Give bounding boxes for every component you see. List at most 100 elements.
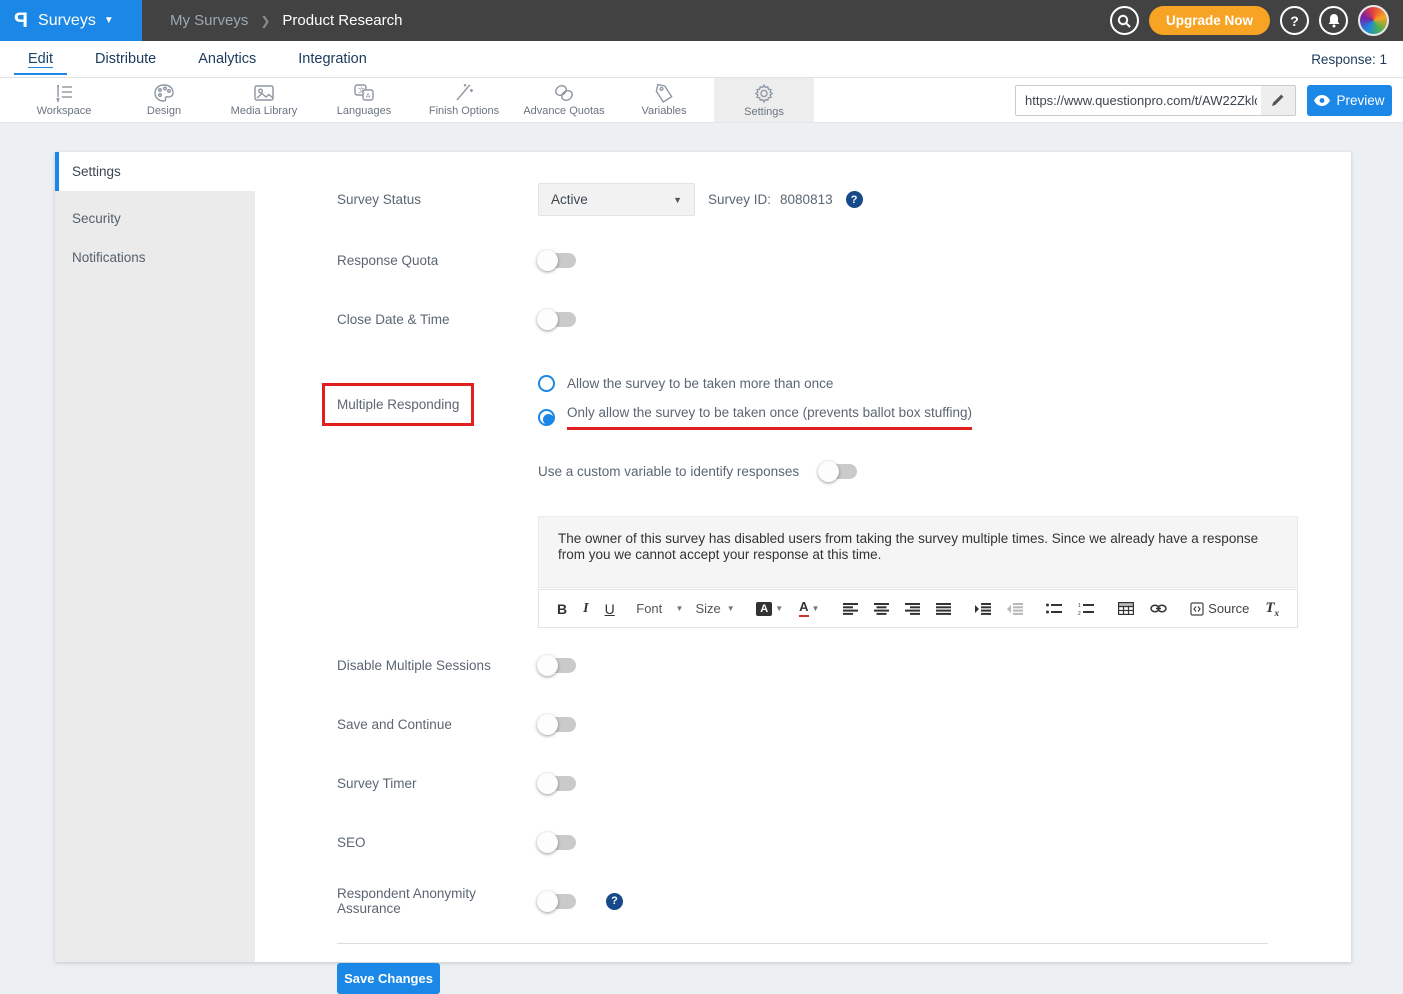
sidebar-rest: Security Notifications (55, 191, 255, 962)
toolbar-item-settings[interactable]: Settings (714, 78, 814, 122)
custom-variable-label: Use a custom variable to identify respon… (538, 464, 799, 479)
pencil-icon (1271, 93, 1285, 107)
survey-url-input[interactable] (1016, 93, 1261, 108)
breadcrumb-my-surveys[interactable]: My Surveys (170, 12, 248, 29)
user-avatar[interactable] (1358, 5, 1389, 36)
numbered-list-icon: 12 (1078, 603, 1094, 615)
disable-sessions-label: Disable Multiple Sessions (337, 658, 538, 673)
topbar-actions: Upgrade Now ? (1110, 0, 1403, 41)
align-right-button[interactable] (899, 600, 926, 618)
survey-status-row: Survey Status Active ▼ Survey ID: 808081… (337, 183, 1351, 216)
anonymity-row: Respondent Anonymity Assurance ? (337, 886, 1351, 916)
underline-button[interactable]: U (599, 598, 621, 620)
radio-option-once[interactable]: Only allow the survey to be taken once (… (538, 405, 972, 430)
toolbar-item-finish-options[interactable]: Finish Options (414, 78, 514, 122)
survey-timer-toggle[interactable] (538, 776, 576, 791)
multiple-responding-row: Multiple Responding Allow the survey to … (337, 369, 1351, 430)
survey-status-select[interactable]: Active ▼ (538, 183, 695, 216)
numbered-list-button[interactable]: 12 (1072, 600, 1100, 618)
magic-wand-icon (453, 83, 475, 103)
preview-label: Preview (1336, 93, 1384, 108)
toolbar-item-variables[interactable]: Variables (614, 78, 714, 122)
align-left-icon (843, 603, 858, 615)
survey-status-label: Survey Status (337, 192, 538, 207)
response-quota-toggle[interactable] (538, 253, 576, 268)
bullet-list-button[interactable] (1040, 600, 1068, 618)
close-date-toggle[interactable] (538, 312, 576, 327)
help-button[interactable]: ? (1280, 6, 1309, 35)
save-changes-button[interactable]: Save Changes (337, 963, 440, 994)
sidebar-item-notifications[interactable]: Notifications (55, 238, 255, 277)
italic-button[interactable]: I (577, 598, 594, 620)
tab-integration[interactable]: Integration (284, 43, 381, 75)
edit-url-button[interactable] (1261, 86, 1295, 115)
bullet-list-icon (1046, 603, 1062, 615)
remove-format-button[interactable]: Tx (1259, 597, 1285, 621)
text-color-button[interactable]: A▼ (793, 597, 825, 619)
toggle-knob (537, 250, 558, 271)
source-label: Source (1208, 601, 1249, 616)
toolbar-item-label: Design (147, 105, 181, 117)
search-button[interactable] (1110, 6, 1139, 35)
sidebar-item-settings[interactable]: Settings (55, 152, 255, 191)
toolbar-item-label: Media Library (231, 105, 298, 117)
tab-edit[interactable]: Edit (14, 43, 67, 75)
radio-selected-icon[interactable] (538, 409, 555, 426)
multiple-responding-label-cell: Multiple Responding (337, 369, 538, 426)
insert-link-button[interactable] (1144, 601, 1173, 616)
toolbar-item-workspace[interactable]: Workspace (14, 78, 114, 122)
preview-button[interactable]: Preview (1307, 85, 1392, 116)
insert-table-button[interactable] (1112, 599, 1140, 618)
notifications-button[interactable] (1319, 6, 1348, 35)
toolbar-item-advance-quotas[interactable]: Advance Quotas (514, 78, 614, 122)
nav-tab-bar: Edit Distribute Analytics Integration Re… (0, 41, 1403, 78)
response-count: Response: 1 (1311, 52, 1387, 67)
font-family-select[interactable]: Font▼ (632, 598, 687, 619)
align-center-button[interactable] (868, 600, 895, 618)
app-logo-menu[interactable]: P Surveys ▼ (0, 0, 142, 41)
background-color-button[interactable]: A▼ (750, 599, 789, 619)
toolbar-item-media-library[interactable]: Media Library (214, 78, 314, 122)
search-icon (1117, 14, 1131, 28)
disable-sessions-toggle[interactable] (538, 658, 576, 673)
breadcrumb: My Surveys ❯ Product Research (142, 0, 402, 41)
response-quota-label: Response Quota (337, 253, 538, 268)
indent-button[interactable] (969, 600, 997, 618)
toolbar-item-languages[interactable]: 文A Languages (314, 78, 414, 122)
anonymity-toggle[interactable] (538, 894, 576, 909)
seo-toggle[interactable] (538, 835, 576, 850)
upgrade-now-button[interactable]: Upgrade Now (1149, 6, 1270, 35)
align-left-button[interactable] (837, 600, 864, 618)
caret-down-icon: ▼ (676, 604, 684, 613)
indent-icon (975, 603, 991, 615)
caret-down-icon: ▼ (673, 195, 682, 205)
sidebar-item-security[interactable]: Security (55, 199, 255, 238)
anonymity-label: Respondent Anonymity Assurance (337, 886, 538, 916)
align-justify-button[interactable] (930, 600, 957, 618)
survey-id-value: 8080813 (780, 192, 833, 207)
question-mark-icon: ? (1290, 13, 1299, 29)
font-size-select[interactable]: Size▼ (691, 598, 738, 619)
outdent-button[interactable] (1001, 600, 1029, 618)
custom-variable-toggle[interactable] (819, 464, 857, 479)
save-continue-toggle[interactable] (538, 717, 576, 732)
toolbar-item-design[interactable]: Design (114, 78, 214, 122)
seo-row: SEO (337, 835, 1351, 850)
anonymity-help-icon[interactable]: ? (606, 893, 623, 910)
tab-analytics[interactable]: Analytics (184, 43, 270, 75)
editor-message-area[interactable]: The owner of this survey has disabled us… (538, 516, 1298, 588)
survey-id-help-icon[interactable]: ? (846, 191, 863, 208)
disable-sessions-row: Disable Multiple Sessions (337, 658, 1351, 673)
link-icon (1150, 604, 1167, 613)
toggle-knob (818, 461, 839, 482)
radio-option-multiple[interactable]: Allow the survey to be taken more than o… (538, 375, 972, 392)
toolbar-item-label: Workspace (37, 105, 92, 117)
toolbar-item-label: Advance Quotas (523, 105, 604, 117)
response-quota-row: Response Quota (337, 253, 1351, 268)
bold-button[interactable]: B (551, 598, 573, 620)
source-button[interactable]: Source (1184, 598, 1255, 619)
chain-links-icon (552, 83, 576, 103)
tab-distribute[interactable]: Distribute (81, 43, 170, 75)
radio-unselected-icon[interactable] (538, 375, 555, 392)
bg-color-icon: A (756, 602, 772, 616)
